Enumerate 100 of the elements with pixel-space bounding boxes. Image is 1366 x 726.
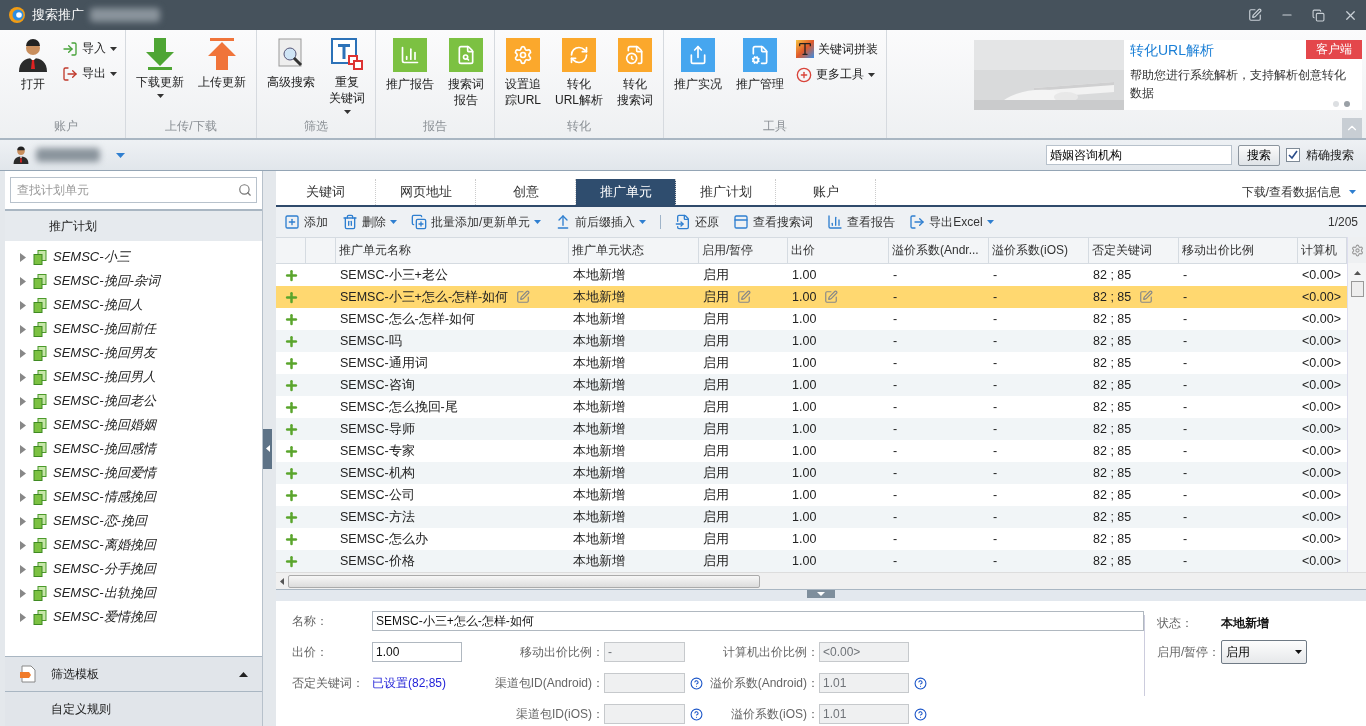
ribbon-button[interactable]: 更多工具 bbox=[792, 64, 883, 85]
tree-item[interactable]: SEMSC-挽回老公 bbox=[5, 389, 262, 413]
column-header[interactable]: 溢价系数(iOS) bbox=[989, 238, 1089, 264]
column-header[interactable]: 推广单元名称 bbox=[336, 238, 569, 264]
dropdown-caret-icon[interactable] bbox=[116, 152, 125, 158]
add-icon[interactable] bbox=[283, 333, 299, 349]
edit-icon[interactable] bbox=[824, 290, 839, 305]
expand-arrow-icon[interactable] bbox=[20, 300, 27, 310]
tree-item[interactable]: SEMSC-挽回男友 bbox=[5, 341, 262, 365]
column-header[interactable]: 推广单元状态 bbox=[569, 238, 699, 264]
add-icon[interactable] bbox=[283, 267, 299, 283]
help-icon[interactable] bbox=[689, 707, 703, 721]
ribbon-button[interactable]: 推广报告 bbox=[380, 36, 440, 94]
custom-rule-item[interactable]: 自定义规则 bbox=[5, 691, 262, 726]
table-row[interactable]: SEMSC-吗 本地新增 启用 1.00 - - 82 ; 85 - <0.00> bbox=[276, 330, 1347, 353]
expand-arrow-icon[interactable] bbox=[20, 396, 27, 406]
expand-arrow-icon[interactable] bbox=[20, 540, 27, 550]
edit-icon[interactable] bbox=[516, 290, 531, 305]
negative-keywords-link[interactable]: 已设置(82;85) bbox=[372, 674, 462, 692]
add-icon[interactable] bbox=[283, 443, 299, 459]
toolbar-button[interactable]: 查看搜索词 bbox=[733, 213, 814, 231]
settings-icon[interactable] bbox=[1348, 237, 1366, 264]
tab[interactable]: 网页地址 bbox=[376, 179, 476, 205]
table-row[interactable]: SEMSC-小三+怎么-怎样-如何 本地新增 启用 1.00 - - 82 ; 85 - <0.00> bbox=[276, 286, 1347, 309]
tree-item[interactable]: SEMSC-分手挽回 bbox=[5, 557, 262, 581]
scroll-thumb[interactable] bbox=[1350, 281, 1364, 298]
table-row[interactable]: SEMSC-咨询 本地新增 启用 1.00 - - 82 ; 85 - <0.00> bbox=[276, 374, 1347, 397]
tab[interactable]: 关键词 bbox=[276, 179, 376, 205]
collapse-arrow-icon[interactable] bbox=[239, 671, 248, 677]
column-header[interactable]: 溢价系数(Andr... bbox=[889, 238, 989, 264]
tree-item[interactable]: SEMSC-挽回前任 bbox=[5, 317, 262, 341]
tab[interactable]: 推广计划 bbox=[676, 179, 776, 205]
filter-template-header[interactable]: 筛选模板 bbox=[5, 656, 262, 691]
tree-item[interactable]: SEMSC-挽回男人 bbox=[5, 365, 262, 389]
promo-banner[interactable]: 转化URL解析 帮助您进行系统解析，支持解析创意转化数据 客户端 bbox=[974, 40, 1362, 110]
ribbon-button[interactable]: 上传更新 bbox=[192, 36, 252, 92]
add-icon[interactable] bbox=[283, 553, 299, 569]
expand-arrow-icon[interactable] bbox=[20, 420, 27, 430]
search-button[interactable]: 搜索 bbox=[1238, 144, 1280, 166]
column-header[interactable]: 启用/暂停 bbox=[699, 238, 788, 264]
ribbon-button[interactable]: 推广管理 bbox=[730, 36, 791, 94]
table-row[interactable]: SEMSC-导师 本地新增 启用 1.00 - - 82 ; 85 - <0.00> bbox=[276, 418, 1347, 441]
add-icon[interactable] bbox=[283, 487, 299, 503]
expand-arrow-icon[interactable] bbox=[20, 612, 27, 622]
scroll-up-arrow-icon[interactable] bbox=[1353, 271, 1361, 276]
expand-arrow-icon[interactable] bbox=[20, 492, 27, 502]
search-field[interactable]: 查找计划单元 bbox=[10, 177, 257, 203]
add-icon[interactable] bbox=[283, 465, 299, 481]
toolbar-button[interactable]: 添加 bbox=[284, 213, 328, 231]
data-menu-button[interactable]: 下载/查看数据信息 bbox=[1231, 179, 1366, 205]
toolbar-button[interactable]: 批量添加/更新单元 bbox=[411, 213, 542, 231]
expand-arrow-icon[interactable] bbox=[20, 324, 27, 334]
collapse-sidebar-button[interactable] bbox=[263, 428, 272, 469]
bid-field[interactable]: 1.00 bbox=[372, 642, 462, 662]
tree-item[interactable]: SEMSC-挽回-杂词 bbox=[5, 269, 262, 293]
edit-icon[interactable] bbox=[737, 290, 751, 305]
exact-search-checkbox[interactable] bbox=[1286, 148, 1300, 162]
column-header[interactable]: 出价 bbox=[788, 238, 889, 264]
toolbar-button[interactable]: 删除 bbox=[342, 213, 397, 231]
expand-arrow-icon[interactable] bbox=[20, 588, 27, 598]
toolbar-button[interactable]: 还原 bbox=[675, 213, 720, 231]
ribbon-button[interactable]: 搜索词 报告 bbox=[442, 36, 490, 110]
add-icon[interactable] bbox=[283, 421, 299, 437]
help-icon[interactable] bbox=[913, 676, 927, 690]
enabled-select[interactable]: 启用 bbox=[1221, 640, 1307, 664]
edit-icon[interactable] bbox=[1248, 8, 1262, 22]
expand-arrow-icon[interactable] bbox=[20, 444, 27, 454]
table-row[interactable]: SEMSC-价格 本地新增 启用 1.00 - - 82 ; 85 - <0.00> bbox=[276, 550, 1347, 573]
tab[interactable]: 账户 bbox=[776, 179, 876, 205]
table-row[interactable]: SEMSC-方法 本地新增 启用 1.00 - - 82 ; 85 - <0.00> bbox=[276, 506, 1347, 529]
help-icon[interactable] bbox=[689, 676, 703, 690]
restore-icon[interactable] bbox=[1312, 8, 1325, 22]
scroll-left-arrow-icon[interactable] bbox=[280, 577, 284, 585]
ribbon-button[interactable]: 转化 搜索词 bbox=[611, 36, 660, 110]
tree-item[interactable]: SEMSC-情感挽回 bbox=[5, 485, 262, 509]
help-icon[interactable] bbox=[913, 707, 927, 721]
ribbon-button[interactable]: 推广实况 bbox=[668, 36, 729, 94]
slide-dot[interactable] bbox=[1344, 101, 1350, 107]
vertical-scrollbar[interactable] bbox=[1347, 237, 1366, 573]
ribbon-button[interactable]: 导出 bbox=[58, 63, 121, 84]
table-row[interactable]: SEMSC-机构 本地新增 启用 1.00 - - 82 ; 85 - <0.00> bbox=[276, 462, 1347, 485]
toolbar-button[interactable]: 查看报告 bbox=[827, 213, 896, 231]
tab[interactable]: 推广单元 bbox=[576, 179, 676, 205]
ribbon-button[interactable]: 设置追 踪URL bbox=[499, 36, 547, 110]
ribbon-button[interactable]: 关键词拼装 bbox=[792, 38, 883, 60]
tree-item[interactable]: SEMSC-离婚挽回 bbox=[5, 533, 262, 557]
column-header[interactable]: 否定关键词 bbox=[1089, 238, 1179, 264]
add-icon[interactable] bbox=[283, 311, 299, 327]
tree-item[interactable]: SEMSC-出轨挽回 bbox=[5, 581, 262, 605]
ribbon-button[interactable]: 重复 关键词 bbox=[323, 36, 371, 116]
expand-arrow-icon[interactable] bbox=[20, 348, 27, 358]
expand-arrow-icon[interactable] bbox=[20, 516, 27, 526]
horizontal-scrollbar[interactable] bbox=[276, 572, 1366, 589]
expand-arrow-icon[interactable] bbox=[20, 468, 27, 478]
tree-item[interactable]: SEMSC-小三 bbox=[5, 245, 262, 269]
expand-arrow-icon[interactable] bbox=[20, 252, 27, 262]
add-icon[interactable] bbox=[283, 531, 299, 547]
ribbon-button[interactable]: 导入 bbox=[58, 38, 121, 59]
add-icon[interactable] bbox=[283, 289, 299, 305]
edit-icon[interactable] bbox=[1139, 290, 1154, 305]
